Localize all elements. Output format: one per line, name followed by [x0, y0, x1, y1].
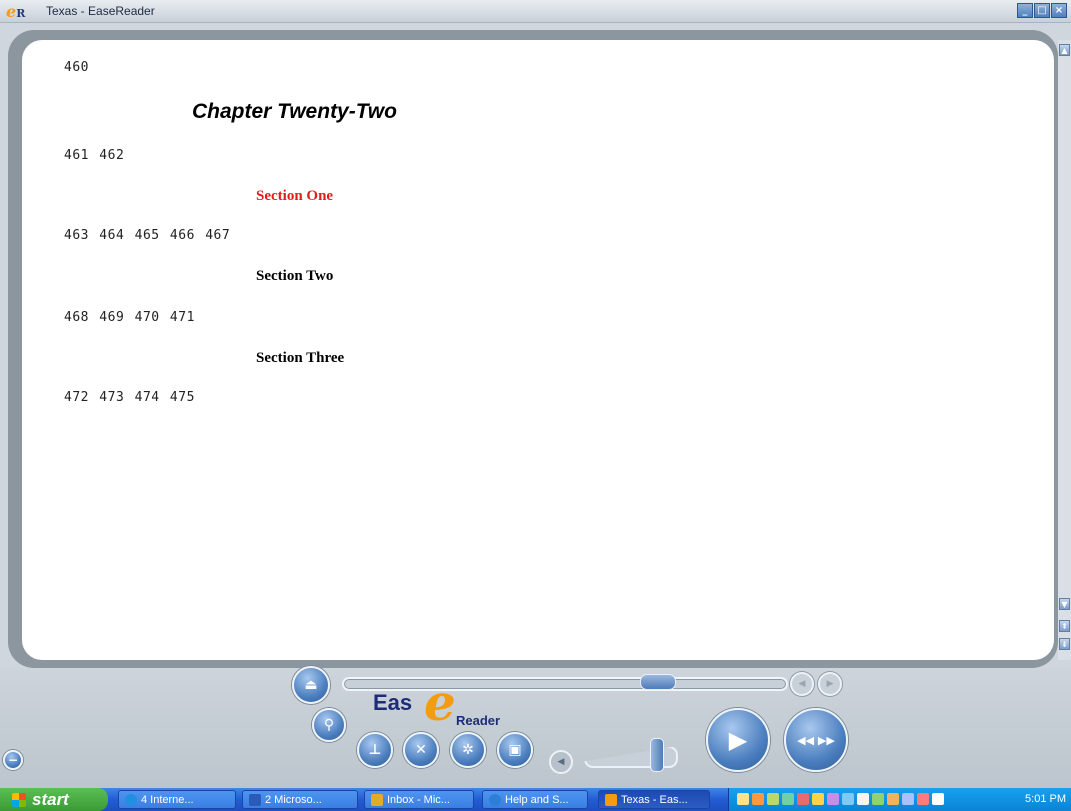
page-number-line: 468 469 470 471 [64, 310, 195, 325]
page-number-line: 461 462 [64, 148, 125, 163]
section-heading-two[interactable]: Section Two [256, 268, 333, 285]
word-icon [249, 793, 261, 806]
logo-reader-text: Reader [456, 713, 501, 728]
pin-icon: ⊥ [368, 742, 382, 758]
close-button[interactable]: × [1051, 3, 1067, 18]
page-up-icon[interactable]: ⇞ [1059, 620, 1070, 632]
play-button[interactable]: ▶ [706, 708, 770, 772]
tools-icon: ✕ [415, 742, 427, 758]
previous-small-button[interactable]: ◀ [790, 672, 814, 696]
network-icon[interactable] [782, 793, 794, 805]
taskbar-item[interactable]: Inbox - Mic... [364, 790, 474, 809]
alert-icon[interactable] [917, 793, 929, 805]
windows-flag-icon [12, 792, 26, 807]
start-label: start [32, 789, 69, 809]
mail-icon[interactable] [737, 793, 749, 805]
search-button[interactable]: ⚲ [312, 708, 346, 742]
messenger-icon[interactable] [752, 793, 764, 805]
volume-tray-icon[interactable] [932, 793, 944, 805]
taskbar-item[interactable]: 2 Microso... [242, 790, 358, 809]
collapse-button[interactable]: − [3, 750, 23, 770]
printer-icon[interactable] [887, 793, 899, 805]
taskbar-item-label: 4 Interne... [141, 793, 194, 806]
helm-icon: ✲ [462, 742, 474, 758]
play-icon: ▶ [728, 726, 748, 754]
minimize-button[interactable]: _ [1017, 3, 1033, 18]
outlook-icon [371, 793, 383, 806]
start-button[interactable]: start [0, 788, 108, 811]
eject-icon: ⏏ [304, 677, 318, 693]
window-controls: _ □ × [1017, 3, 1067, 18]
page-down-icon[interactable]: ⇟ [1059, 638, 1070, 650]
chapter-heading[interactable]: Chapter Twenty-Two [192, 100, 397, 124]
title-bar: eR Texas - EaseReader _ □ × [0, 0, 1071, 23]
minus-icon: − [7, 753, 19, 767]
navigation-button[interactable]: ✲ [450, 732, 486, 768]
device-icon[interactable] [872, 793, 884, 805]
progress-thumb[interactable] [639, 674, 676, 690]
clock[interactable]: 5:01 PM [1025, 793, 1066, 805]
system-tray: 5:01 PM [728, 788, 1071, 811]
page-number-line: 472 473 474 475 [64, 390, 195, 405]
tools-button[interactable]: ✕ [403, 732, 439, 768]
window-icon: ▣ [508, 742, 522, 758]
taskbar-item-label: Help and S... [505, 793, 569, 806]
taskbar-item[interactable]: Help and S... [482, 790, 588, 809]
internet-explorer-icon [125, 793, 137, 806]
easereader-icon [605, 793, 617, 806]
section-heading-three[interactable]: Section Three [256, 350, 344, 367]
volume-thumb[interactable] [650, 738, 665, 772]
sync-icon[interactable] [842, 793, 854, 805]
update-icon[interactable] [797, 793, 809, 805]
taskbar: start 4 Interne... 2 Microso... Inbox - … [0, 788, 1071, 811]
scroll-up-icon[interactable]: ▲ [1059, 44, 1070, 56]
logo-ease-text: Eas [373, 690, 413, 715]
usb-icon[interactable] [902, 793, 914, 805]
vertical-scrollbar[interactable]: ▲ ▼ ⇞ ⇟ [1058, 40, 1071, 660]
section-heading-one[interactable]: Section One [256, 188, 333, 205]
speaker-icon: ◀ [557, 757, 565, 767]
progress-track[interactable] [342, 677, 788, 691]
clock-sync-icon[interactable] [857, 793, 869, 805]
eject-button[interactable]: ⏏ [292, 666, 330, 704]
logo-letter: e [6, 2, 17, 21]
taskbar-item[interactable]: 4 Interne... [118, 790, 236, 809]
logo-e-glyph: e [424, 673, 456, 732]
help-icon [489, 793, 501, 806]
bookmark-button[interactable]: ⊥ [357, 732, 393, 768]
taskbar-item-label: Texas - Eas... [621, 793, 688, 806]
taskbar-item-label: 2 Microso... [265, 793, 322, 806]
display-icon[interactable] [827, 793, 839, 805]
window-title: Texas - EaseReader [46, 4, 155, 18]
antivirus-icon[interactable] [812, 793, 824, 805]
window-button[interactable]: ▣ [497, 732, 533, 768]
taskbar-item-active[interactable]: Texas - Eas... [598, 790, 710, 809]
next-small-button[interactable]: ▶ [818, 672, 842, 696]
volume-button[interactable]: ◀ [549, 750, 573, 774]
tray-icons [737, 793, 944, 805]
document-pane[interactable]: 460 Chapter Twenty-Two 461 462 Section O… [22, 40, 1054, 660]
app-logo-icon: eR [6, 2, 25, 21]
skip-directions-icon: ◀◀ ▶▶ [797, 733, 835, 747]
page-number-line: 460 [64, 60, 89, 75]
page-number-line: 463 464 465 466 467 [64, 228, 231, 243]
maximize-button[interactable]: □ [1034, 3, 1050, 18]
scroll-down-icon[interactable]: ▼ [1059, 598, 1070, 610]
logo-sub: R [16, 7, 26, 20]
skip-control[interactable]: ◀◀ ▶▶ [784, 708, 848, 772]
security-icon[interactable] [767, 793, 779, 805]
taskbar-item-label: Inbox - Mic... [387, 793, 450, 806]
search-icon: ⚲ [323, 717, 335, 733]
